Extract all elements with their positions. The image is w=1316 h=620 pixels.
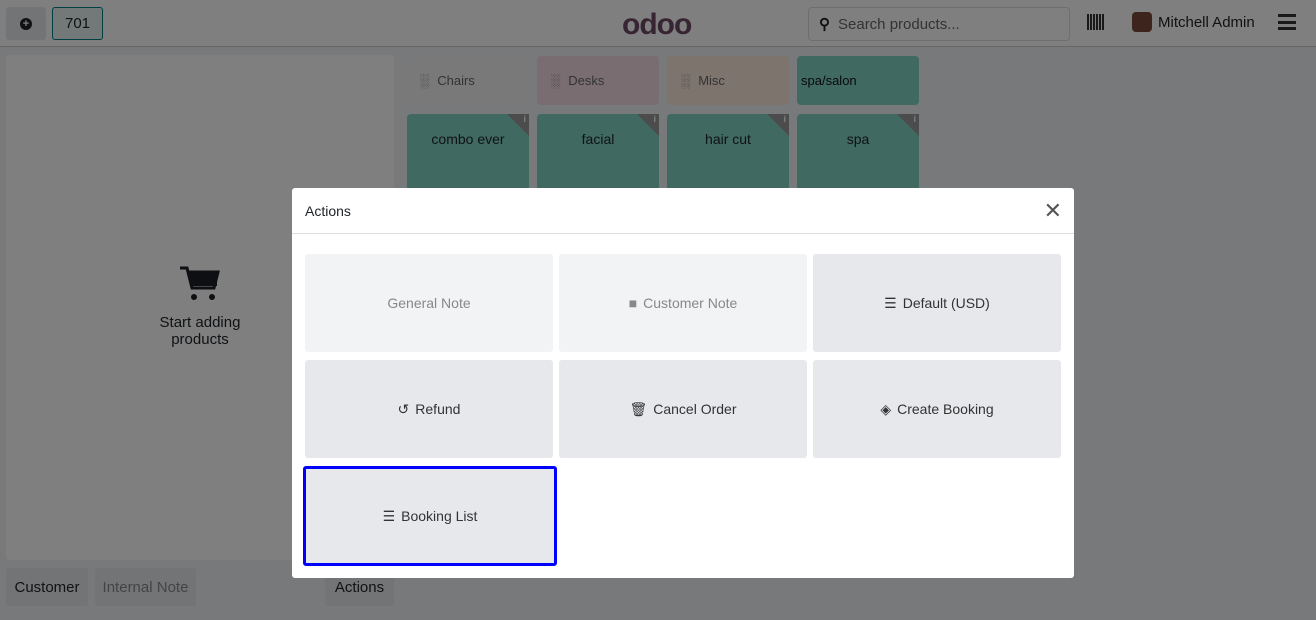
note-icon: ■	[628, 295, 638, 311]
booking-list-button[interactable]: ☰ Booking List	[303, 466, 557, 566]
general-note-button[interactable]: General Note	[305, 254, 553, 352]
ticket-icon: ◈	[880, 400, 892, 417]
list-icon: ☰	[884, 294, 897, 311]
button-label: Booking List	[401, 508, 478, 524]
list-icon: ☰	[382, 507, 396, 524]
actions-dialog: Actions ✕ General Note ■ Customer Note ☰ De…	[292, 188, 1074, 578]
trash-icon: 🗑	[629, 400, 648, 417]
create-booking-button[interactable]: ◈ Create Booking	[813, 360, 1061, 458]
button-label: General Note	[387, 295, 471, 311]
button-label: Refund	[415, 401, 461, 417]
button-label: Customer Note	[643, 295, 738, 311]
button-label: Create Booking	[897, 401, 994, 417]
dialog-title: Actions	[305, 202, 351, 219]
close-icon[interactable]: ✕	[1044, 198, 1062, 224]
pricelist-button[interactable]: ☰ Default (USD)	[813, 254, 1061, 352]
refund-button[interactable]: ↺ Refund	[305, 360, 553, 458]
undo-icon: ↺	[397, 400, 410, 417]
button-label: Cancel Order	[653, 401, 737, 417]
button-label: Default (USD)	[902, 295, 990, 311]
customer-note-button[interactable]: ■ Customer Note	[559, 254, 807, 352]
cancel-order-button[interactable]: 🗑 Cancel Order	[559, 360, 807, 458]
